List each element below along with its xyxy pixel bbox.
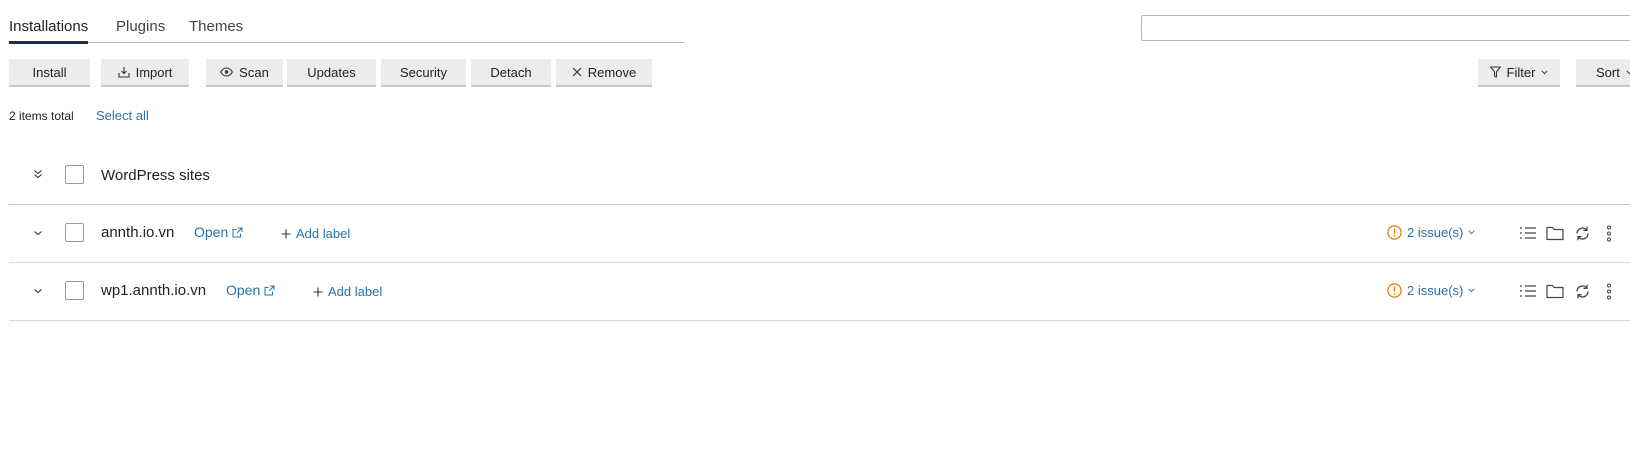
detach-button[interactable]: Detach [471,59,551,87]
list-icon[interactable] [1519,225,1537,241]
security-button-label: Security [400,64,447,80]
group-title: WordPress sites [101,167,210,184]
chevron-down-icon[interactable] [31,226,45,240]
open-link-label: Open [226,282,261,298]
issues-dropdown[interactable]: 2 issue(s) [1387,283,1476,298]
tab-plugins[interactable]: Plugins [116,18,165,35]
add-label-text: Add label [296,226,351,241]
import-button[interactable]: Import [101,59,189,87]
import-button-label: Import [135,64,173,80]
import-icon [118,67,130,78]
tab-bar: Installations Plugins Themes [9,0,684,44]
table-row: annth.io.vn Open Add label 2 issue(s) [9,205,1630,263]
scan-button[interactable]: Scan [206,59,283,87]
search-box [1141,15,1630,41]
list-icon[interactable] [1519,283,1537,299]
remove-button-label: Remove [587,64,637,80]
table-row: wp1.annth.io.vn Open Add label 2 issue(s… [9,263,1630,321]
add-label-button[interactable]: Add label [313,284,382,299]
external-link-icon [232,227,243,237]
warning-circle-icon [1387,225,1402,240]
tab-themes[interactable]: Themes [189,18,243,35]
chevron-down-icon [1626,69,1630,74]
plus-icon [281,229,291,238]
items-total: 2 items total [9,109,74,123]
more-vertical-icon[interactable] [1606,225,1612,242]
more-vertical-icon[interactable] [1606,283,1612,300]
group-row: WordPress sites [9,150,1630,205]
issues-dropdown[interactable]: 2 issue(s) [1387,225,1476,240]
open-link-label: Open [194,224,229,240]
site-name[interactable]: wp1.annth.io.vn [101,282,206,299]
sort-button[interactable]: Sort [1576,59,1630,87]
select-all-link[interactable]: Select all [96,108,149,123]
site-name[interactable]: annth.io.vn [101,224,174,241]
security-button[interactable]: Security [381,59,466,87]
filter-icon [1489,66,1501,78]
close-icon [572,67,582,77]
filter-button-label: Filter [1506,64,1536,80]
add-label-button[interactable]: Add label [281,226,350,241]
chevron-down-icon [1468,288,1476,293]
search-input[interactable] [1142,16,1630,40]
group-checkbox[interactable] [65,165,84,184]
folder-icon[interactable] [1546,283,1564,299]
tab-installations[interactable]: Installations [9,18,89,44]
row-checkbox[interactable] [65,223,84,242]
issues-count: 2 issue(s) [1407,283,1464,298]
filter-button[interactable]: Filter [1478,59,1560,87]
detach-button-label: Detach [490,64,532,80]
add-label-text: Add label [328,284,383,299]
row-checkbox[interactable] [65,281,84,300]
updates-button-label: Updates [307,64,356,80]
open-link[interactable]: Open [194,224,243,240]
folder-icon[interactable] [1546,225,1564,241]
scan-button-label: Scan [239,64,269,80]
install-button[interactable]: Install [9,59,90,87]
chevron-down-icon [1541,69,1549,74]
warning-circle-icon [1387,283,1402,298]
double-chevron-down-icon[interactable] [31,167,45,181]
plus-icon [313,287,323,296]
external-link-icon [264,285,275,295]
install-button-label: Install [32,64,67,80]
open-link[interactable]: Open [226,282,275,298]
refresh-icon[interactable] [1574,225,1591,242]
remove-button[interactable]: Remove [556,59,652,87]
chevron-down-icon [1468,230,1476,235]
refresh-icon[interactable] [1574,283,1591,300]
updates-button[interactable]: Updates [287,59,376,87]
eye-icon [220,67,234,77]
sort-button-label: Sort [1596,64,1620,80]
issues-count: 2 issue(s) [1407,225,1464,240]
chevron-down-icon[interactable] [31,284,45,298]
